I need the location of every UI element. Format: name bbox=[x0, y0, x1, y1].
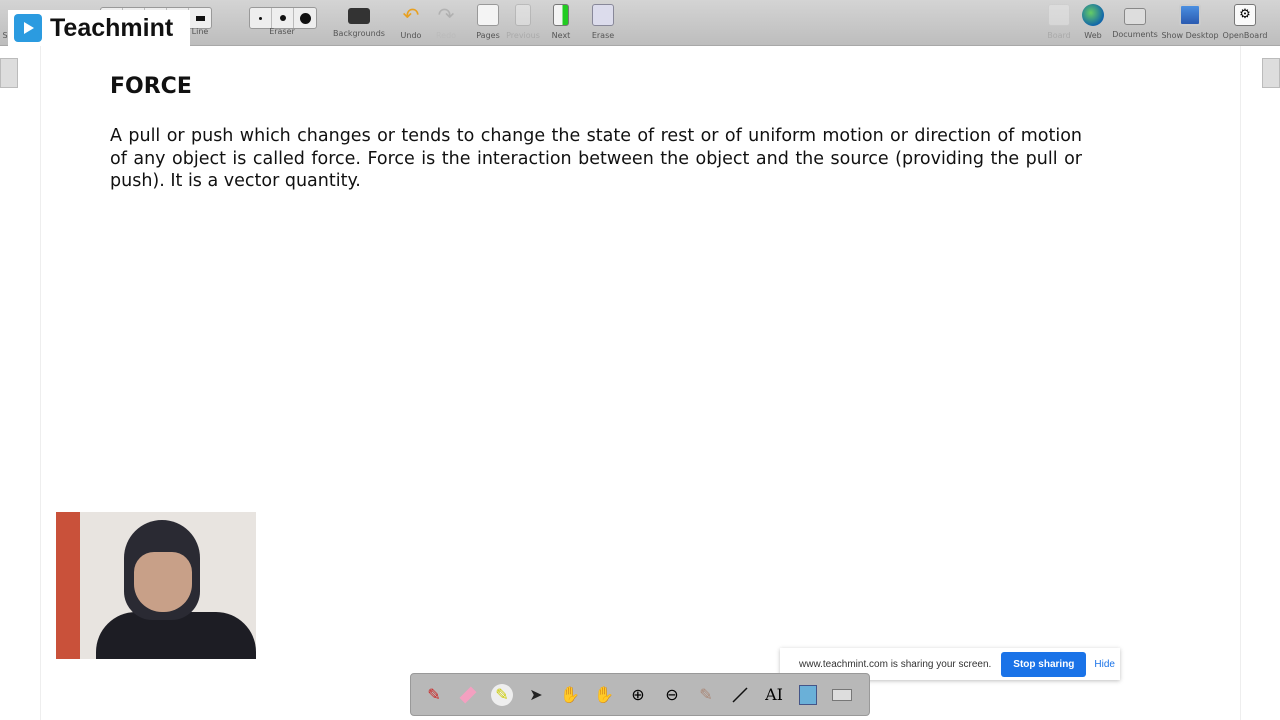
right-panel-toggle[interactable] bbox=[1262, 58, 1280, 88]
pan-icon[interactable]: ✋ bbox=[593, 684, 615, 706]
settings-icon: ⚙ bbox=[1234, 4, 1256, 26]
previous-page-icon bbox=[515, 4, 531, 26]
slide-body-text: A pull or push which changes or tends to… bbox=[110, 126, 1082, 191]
eraser-icon[interactable] bbox=[457, 684, 479, 706]
next-page-icon bbox=[553, 4, 569, 26]
backgrounds-icon bbox=[348, 8, 370, 24]
toolbar-eraser[interactable]: Eraser bbox=[252, 13, 312, 36]
hand-icon[interactable]: ✋ bbox=[559, 684, 581, 706]
teachmint-logo: Teachmint bbox=[8, 10, 190, 46]
line-icon[interactable] bbox=[729, 684, 751, 706]
capture-icon[interactable] bbox=[797, 684, 819, 706]
folder-icon bbox=[1124, 8, 1146, 25]
text-icon[interactable]: AI bbox=[763, 684, 785, 706]
toolbar-openboard[interactable]: ⚙ OpenBoard bbox=[1215, 4, 1275, 40]
zoom-out-icon[interactable]: ⊖ bbox=[661, 684, 683, 706]
globe-icon bbox=[1082, 4, 1104, 26]
pen-icon[interactable]: ✎ bbox=[423, 684, 445, 706]
redo-icon: ↷ bbox=[437, 3, 455, 27]
toolbar-backgrounds[interactable]: Backgrounds bbox=[329, 4, 389, 38]
share-message: www.teachmint.com is sharing your screen… bbox=[799, 658, 992, 670]
hide-button[interactable]: Hide bbox=[1094, 659, 1115, 670]
slide-border-left bbox=[40, 46, 41, 720]
toolbar-erase[interactable]: Erase bbox=[573, 4, 633, 40]
desktop-icon bbox=[1179, 4, 1201, 26]
pointer-icon[interactable]: ➤ bbox=[525, 684, 547, 706]
highlighter-icon[interactable]: ✎ bbox=[491, 683, 513, 706]
left-panel-toggle[interactable] bbox=[0, 58, 18, 88]
slide-title: FORCE bbox=[110, 74, 192, 99]
top-toolbar: S Line Eraser Backgrounds ↶ Undo ↷ Redo Pa… bbox=[0, 0, 1280, 46]
teachmint-logo-icon bbox=[14, 14, 42, 42]
zoom-in-icon[interactable]: ⊕ bbox=[627, 684, 649, 706]
keyboard-icon[interactable] bbox=[831, 684, 853, 706]
drawing-toolbar: ✎ ✎ ➤ ✋ ✋ ⊕ ⊖ ✎ AI bbox=[410, 673, 870, 716]
toolbar-documents[interactable]: Documents bbox=[1105, 4, 1165, 39]
stop-sharing-button[interactable]: Stop sharing bbox=[1001, 651, 1087, 677]
erase-all-icon bbox=[592, 4, 614, 26]
laser-icon[interactable]: ✎ bbox=[695, 684, 717, 706]
toolbar-show-desktop[interactable]: Show Desktop bbox=[1160, 4, 1220, 40]
webcam-video[interactable] bbox=[56, 512, 256, 659]
slide-border-right bbox=[1240, 46, 1241, 720]
